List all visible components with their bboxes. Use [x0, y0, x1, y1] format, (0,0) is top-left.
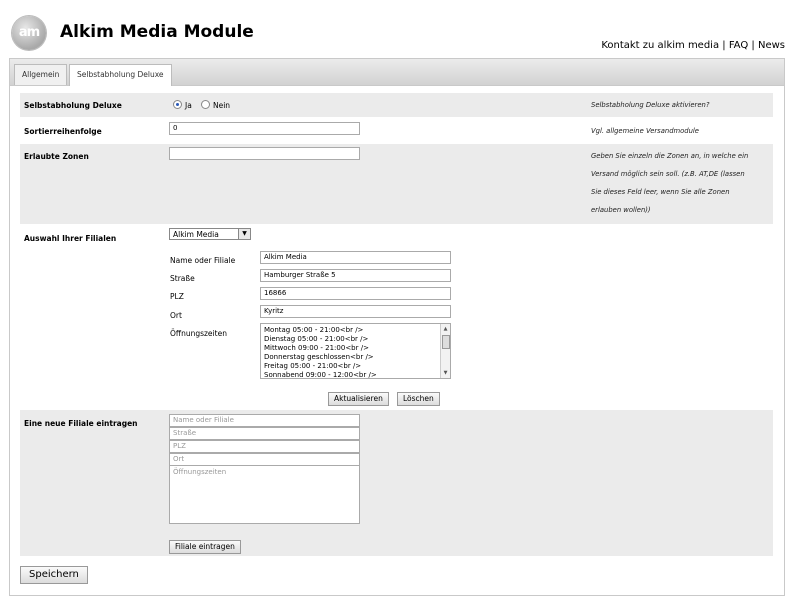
branch-zip-label: PLZ	[170, 292, 184, 301]
chevron-down-icon: ▼	[238, 229, 250, 239]
zones-label: Erlaubte Zonen	[24, 152, 89, 161]
news-link[interactable]: News	[758, 40, 785, 51]
top-links: Kontakt zu alkim media | FAQ | News	[601, 40, 785, 51]
radio-nein-label: Nein	[213, 101, 231, 110]
add-branch-button[interactable]: Filiale eintragen	[169, 540, 241, 554]
branch-street-input[interactable]: Hamburger Straße 5	[260, 269, 451, 282]
enabled-hint: Selbstabholung Deluxe aktivieren?	[591, 101, 710, 109]
contact-link[interactable]: Kontakt zu alkim media	[601, 40, 719, 51]
branch-zip-input[interactable]: 16866	[260, 287, 451, 300]
enabled-label: Selbstabholung Deluxe	[24, 101, 122, 110]
branch-hours-textarea[interactable]: Montag 05:00 - 21:00<br /> Dienstag 05:0…	[260, 323, 451, 379]
textarea-scrollbar[interactable]: ▲ ▼	[440, 324, 450, 378]
scroll-thumb[interactable]	[442, 335, 450, 349]
faq-link[interactable]: FAQ	[729, 40, 748, 51]
new-branch-zip-input[interactable]: PLZ	[169, 440, 360, 453]
branch-name-input[interactable]: Alkim Media	[260, 251, 451, 264]
scroll-down-icon[interactable]: ▼	[442, 369, 449, 377]
new-branch-street-input[interactable]: Straße	[169, 427, 360, 440]
zones-input[interactable]	[169, 147, 360, 160]
branch-hours-label: Öffnungszeiten	[170, 329, 227, 338]
zones-hint: Geben Sie einzeln die Zonen an, in welch…	[591, 152, 749, 214]
tab-selbstabholung-deluxe[interactable]: Selbstabholung Deluxe	[69, 64, 172, 86]
update-button[interactable]: Aktualisieren	[328, 392, 389, 406]
sort-order-input[interactable]: 0	[169, 122, 360, 135]
new-branch-label: Eine neue Filiale eintragen	[24, 419, 138, 428]
radio-ja[interactable]	[173, 100, 182, 109]
row-branches: Auswahl Ihrer Filialen Alkim Media ▼ Nam…	[20, 225, 773, 409]
tab-bar: Allgemein Selbstabholung Deluxe	[10, 59, 784, 86]
radio-ja-label: Ja	[185, 101, 192, 110]
tab-allgemein[interactable]: Allgemein	[14, 64, 68, 85]
alkim-logo: am	[12, 16, 46, 50]
row-zones: Erlaubte Zonen Geben Sie einzeln die Zon…	[20, 144, 773, 224]
save-button[interactable]: Speichern	[20, 566, 88, 584]
row-enabled: Selbstabholung Deluxe Ja Nein Selbstabho…	[20, 93, 773, 117]
new-branch-name-input[interactable]: Name oder Filiale	[169, 414, 360, 427]
delete-button[interactable]: Löschen	[397, 392, 440, 406]
branch-city-label: Ort	[170, 311, 182, 320]
scroll-up-icon[interactable]: ▲	[442, 325, 449, 333]
branches-label: Auswahl Ihrer Filialen	[24, 234, 117, 243]
row-sort-order: Sortierreihenfolge 0 Vgl. allgemeine Ver…	[20, 119, 773, 143]
row-new-branch: Eine neue Filiale eintragen Name oder Fi…	[20, 410, 773, 556]
branch-street-label: Straße	[170, 274, 195, 283]
branch-name-label: Name oder Filiale	[170, 256, 236, 265]
module-panel: Allgemein Selbstabholung Deluxe Selbstab…	[9, 58, 785, 596]
sort-order-hint: Vgl. allgemeine Versandmodule	[591, 127, 699, 135]
sort-order-label: Sortierreihenfolge	[24, 127, 102, 136]
new-branch-hours-textarea[interactable]: Öffnungszeiten	[169, 465, 360, 524]
branch-select[interactable]: Alkim Media ▼	[169, 228, 251, 240]
branch-city-input[interactable]: Kyritz	[260, 305, 451, 318]
radio-nein[interactable]	[201, 100, 210, 109]
page-title: Alkim Media Module	[60, 22, 254, 42]
